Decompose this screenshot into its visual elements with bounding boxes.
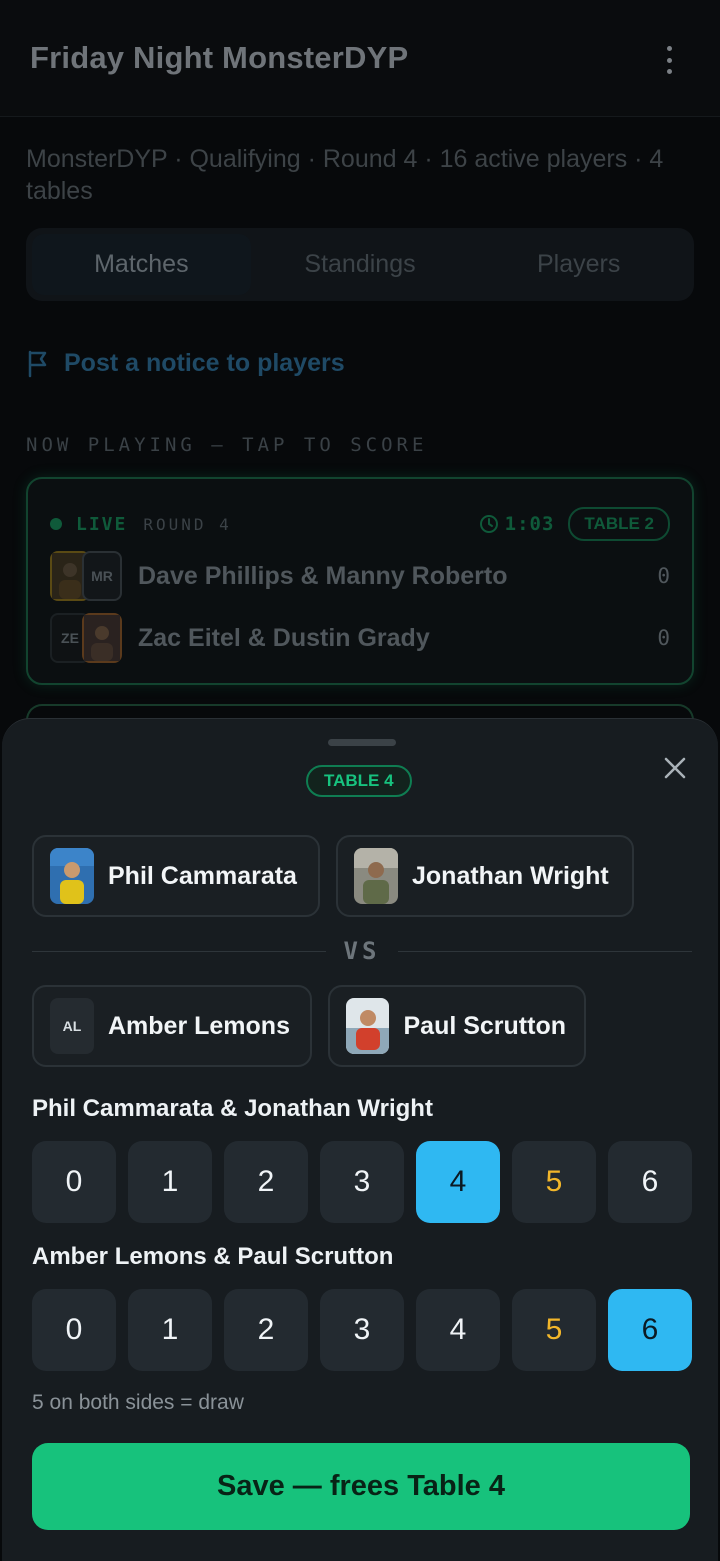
tab-matches[interactable]: Matches xyxy=(32,234,251,295)
player-name: Jonathan Wright xyxy=(412,861,609,890)
score-option-2[interactable]: 2 xyxy=(224,1141,308,1223)
versus-label: VS xyxy=(343,937,381,965)
post-notice-label: Post a notice to players xyxy=(64,349,345,377)
table-badge: TABLE 4 xyxy=(306,765,412,797)
score-option-5[interactable]: 5 xyxy=(512,1289,596,1371)
player-chip[interactable]: Paul Scrutton xyxy=(328,985,586,1067)
avatar xyxy=(50,848,94,904)
score-option-0[interactable]: 0 xyxy=(32,1141,116,1223)
score-option-5[interactable]: 5 xyxy=(512,1141,596,1223)
live-match-card[interactable]: LIVE ROUND 4 1:03 TABLE 2 MR Dave Philli… xyxy=(26,477,694,685)
avatar xyxy=(346,998,390,1054)
page-title: Friday Night MonsterDYP xyxy=(30,40,409,75)
player-chip[interactable]: Jonathan Wright xyxy=(336,835,634,917)
more-menu-icon[interactable] xyxy=(652,42,686,78)
avatar: MR xyxy=(82,551,122,601)
team-name: Zac Eitel & Dustin Grady xyxy=(138,623,430,652)
match-timer: 1:03 xyxy=(479,513,555,535)
close-icon[interactable] xyxy=(658,751,692,785)
score-option-3[interactable]: 3 xyxy=(320,1289,404,1371)
timer-value: 1:03 xyxy=(504,513,555,535)
team-row: ZE Zac Eitel & Dustin Grady 0 xyxy=(50,611,670,665)
avatar xyxy=(354,848,398,904)
clock-icon xyxy=(479,515,498,533)
player-name: Phil Cammarata xyxy=(108,861,297,890)
score-option-1[interactable]: 1 xyxy=(128,1289,212,1371)
player-name: Amber Lemons xyxy=(108,1011,290,1040)
score-option-1[interactable]: 1 xyxy=(128,1141,212,1223)
team-score: 0 xyxy=(657,626,670,650)
avatar: AL xyxy=(50,998,94,1054)
section-label: NOW PLAYING — TAP TO SCORE xyxy=(26,434,428,456)
live-dot-icon xyxy=(50,518,62,530)
score-option-4[interactable]: 4 xyxy=(416,1141,500,1223)
tab-players[interactable]: Players xyxy=(469,234,688,295)
table-badge: TABLE 2 xyxy=(568,507,670,541)
score-option-4[interactable]: 4 xyxy=(416,1289,500,1371)
post-notice-link[interactable]: Post a notice to players xyxy=(26,349,345,378)
score-option-6[interactable]: 6 xyxy=(608,1289,692,1371)
avatar xyxy=(82,613,122,663)
round-label: ROUND 4 xyxy=(143,514,232,534)
tab-standings[interactable]: Standings xyxy=(251,234,470,295)
save-button[interactable]: Save — frees Table 4 xyxy=(32,1443,690,1530)
player-chip[interactable]: AL Amber Lemons xyxy=(32,985,312,1067)
live-status: LIVE xyxy=(76,513,128,535)
versus-divider: VS xyxy=(32,937,692,965)
player-chip[interactable]: Phil Cammarata xyxy=(32,835,320,917)
score-option-6[interactable]: 6 xyxy=(608,1141,692,1223)
score-option-0[interactable]: 0 xyxy=(32,1289,116,1371)
team-row: MR Dave Phillips & Manny Roberto 0 xyxy=(50,549,670,603)
flag-icon xyxy=(28,350,47,377)
sheet-drag-handle[interactable] xyxy=(328,739,396,746)
tab-bar: Matches Standings Players xyxy=(26,228,694,301)
app-header: Friday Night MonsterDYP xyxy=(0,0,720,117)
team-score: 0 xyxy=(657,564,670,588)
score-entry-sheet: TABLE 4 Phil Cammarata Jonathan Wright V… xyxy=(2,718,718,1561)
tournament-summary: MonsterDYP · Qualifying · Round 4 · 16 a… xyxy=(26,145,664,205)
player-name: Paul Scrutton xyxy=(403,1011,566,1040)
team1-score-label: Phil Cammarata & Jonathan Wright xyxy=(32,1095,433,1122)
team-name: Dave Phillips & Manny Roberto xyxy=(138,561,508,590)
draw-hint: 5 on both sides = draw xyxy=(32,1391,244,1414)
team2-score-label: Amber Lemons & Paul Scrutton xyxy=(32,1243,394,1270)
team2-score-picker: 0123456 xyxy=(32,1289,692,1371)
score-option-3[interactable]: 3 xyxy=(320,1141,404,1223)
team1-score-picker: 0123456 xyxy=(32,1141,692,1223)
score-option-2[interactable]: 2 xyxy=(224,1289,308,1371)
